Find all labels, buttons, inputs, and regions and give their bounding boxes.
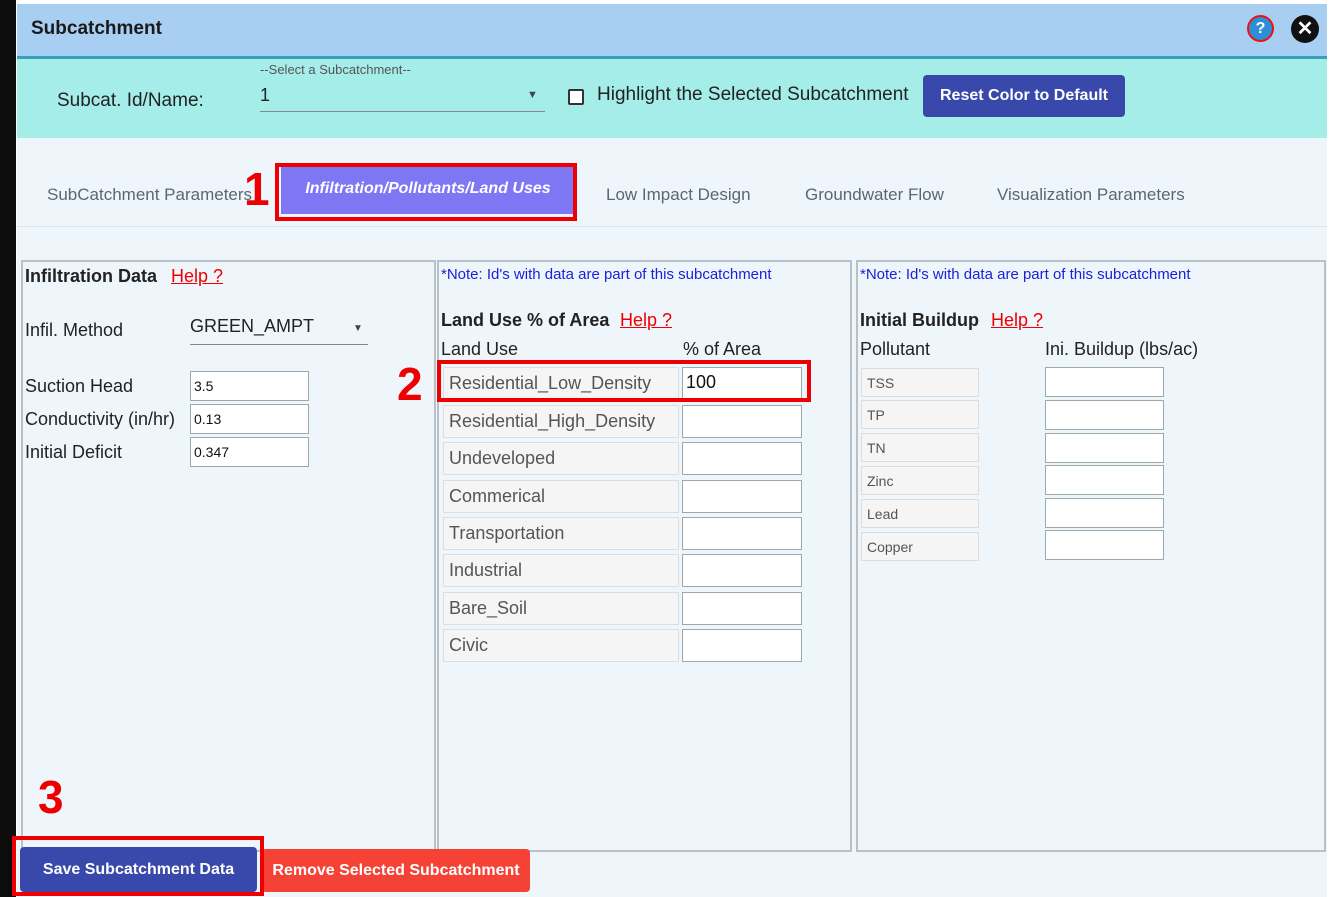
highlight-checkbox[interactable] — [568, 89, 584, 105]
highlight-checkbox-label[interactable]: Highlight the Selected Subcatchment — [597, 84, 909, 106]
pollutant-name: TN — [861, 433, 979, 462]
suction-head-label: Suction Head — [25, 376, 134, 396]
buildup-col-header: Ini. Buildup (lbs/ac) — [1045, 339, 1199, 359]
left-edge-bar — [0, 0, 16, 897]
land-use-col-header: Land Use — [441, 339, 519, 359]
annotation-number-3: 3 — [38, 771, 64, 823]
infil-method-label: Infil. Method — [25, 320, 124, 340]
tab-visualization-parameters[interactable]: Visualization Parameters — [997, 185, 1185, 205]
land-use-name: Undeveloped — [443, 442, 679, 475]
subcat-select-value[interactable]: 1 — [260, 85, 270, 106]
land-use-name: Civic — [443, 629, 679, 662]
chevron-down-icon[interactable]: ▼ — [527, 89, 538, 101]
subcat-id-label: Subcat. Id/Name: — [57, 90, 204, 111]
infil-method-underline — [190, 344, 368, 345]
help-icon-glyph: ? — [1249, 17, 1272, 40]
conductivity-input[interactable]: 0.13 — [190, 404, 309, 434]
subcat-select-hint: --Select a Subcatchment-- — [260, 62, 412, 77]
subcatchment-dialog: Subcatchment ? ✕ Subcat. Id/Name: --Sele… — [17, 4, 1327, 897]
dialog-titlebar: Subcatchment ? ✕ — [17, 4, 1327, 59]
buildup-input[interactable] — [1045, 498, 1164, 528]
initial-deficit-label: Initial Deficit — [25, 442, 123, 462]
chevron-down-icon[interactable]: ▼ — [353, 323, 363, 334]
tab-bar: SubCatchment Parameters Low Impact Desig… — [17, 138, 1327, 227]
pollutant-name: TP — [861, 400, 979, 429]
remove-subcatchment-button[interactable]: Remove Selected Subcatchment — [262, 849, 530, 892]
annotation-box-2 — [437, 360, 811, 402]
buildup-input[interactable] — [1045, 530, 1164, 560]
land-use-name: Industrial — [443, 554, 679, 587]
land-use-area-input[interactable] — [682, 554, 802, 587]
buildup-input[interactable] — [1045, 465, 1164, 495]
area-col-header: % of Area — [683, 339, 762, 359]
buildup-title: Initial Buildup — [860, 310, 979, 330]
reset-color-button[interactable]: Reset Color to Default — [923, 75, 1125, 117]
annotation-box-3 — [12, 836, 264, 896]
subcat-select-underline — [260, 111, 545, 112]
buildup-note: *Note: Id's with data are part of this s… — [860, 266, 1191, 283]
dialog-title: Subcatchment — [31, 18, 162, 39]
subcatchment-selector-bar: Subcat. Id/Name: --Select a Subcatchment… — [17, 59, 1327, 138]
buildup-input[interactable] — [1045, 367, 1164, 397]
land-use-help-link[interactable]: Help ? — [620, 310, 672, 331]
land-use-title: Land Use % of Area — [441, 310, 610, 330]
buildup-help-link[interactable]: Help ? — [991, 310, 1043, 331]
land-use-panel: *Note: Id's with data are part of this s… — [437, 260, 852, 852]
land-use-name: Bare_Soil — [443, 592, 679, 625]
suction-head-input[interactable]: 3.5 — [190, 371, 309, 401]
tab-low-impact-design[interactable]: Low Impact Design — [606, 185, 751, 205]
pollutant-name: TSS — [861, 368, 979, 397]
land-use-area-input[interactable] — [682, 405, 802, 438]
land-use-name: Transportation — [443, 517, 679, 550]
land-use-note: *Note: Id's with data are part of this s… — [441, 266, 772, 283]
pollutant-name: Zinc — [861, 466, 979, 495]
land-use-name: Commerical — [443, 480, 679, 513]
annotation-box-1 — [275, 163, 577, 221]
land-use-area-input[interactable] — [682, 442, 802, 475]
land-use-name: Residential_High_Density — [443, 405, 679, 438]
tab-subcatchment-parameters[interactable]: SubCatchment Parameters — [47, 185, 252, 205]
pollutant-name: Copper — [861, 532, 979, 561]
buildup-panel: *Note: Id's with data are part of this s… — [856, 260, 1326, 852]
land-use-area-input[interactable] — [682, 517, 802, 550]
infil-method-select[interactable]: GREEN_AMPT — [190, 316, 314, 337]
pollutant-name: Lead — [861, 499, 979, 528]
infiltration-title: Infiltration Data — [25, 266, 158, 286]
initial-deficit-input[interactable]: 0.347 — [190, 437, 309, 467]
infiltration-panel: Infiltration Data Help ? Infil. Method G… — [21, 260, 436, 852]
buildup-input[interactable] — [1045, 400, 1164, 430]
close-icon[interactable]: ✕ — [1291, 15, 1319, 43]
land-use-area-input[interactable] — [682, 629, 802, 662]
land-use-area-input[interactable] — [682, 480, 802, 513]
land-use-area-input[interactable] — [682, 592, 802, 625]
tab-groundwater-flow[interactable]: Groundwater Flow — [805, 185, 944, 205]
infiltration-help-link[interactable]: Help ? — [171, 266, 223, 287]
annotation-number-1: 1 — [244, 163, 270, 215]
pollutant-col-header: Pollutant — [860, 339, 931, 359]
annotation-number-2: 2 — [397, 358, 423, 410]
conductivity-label: Conductivity (in/hr) — [25, 409, 176, 429]
help-icon[interactable]: ? — [1247, 15, 1274, 42]
buildup-input[interactable] — [1045, 433, 1164, 463]
